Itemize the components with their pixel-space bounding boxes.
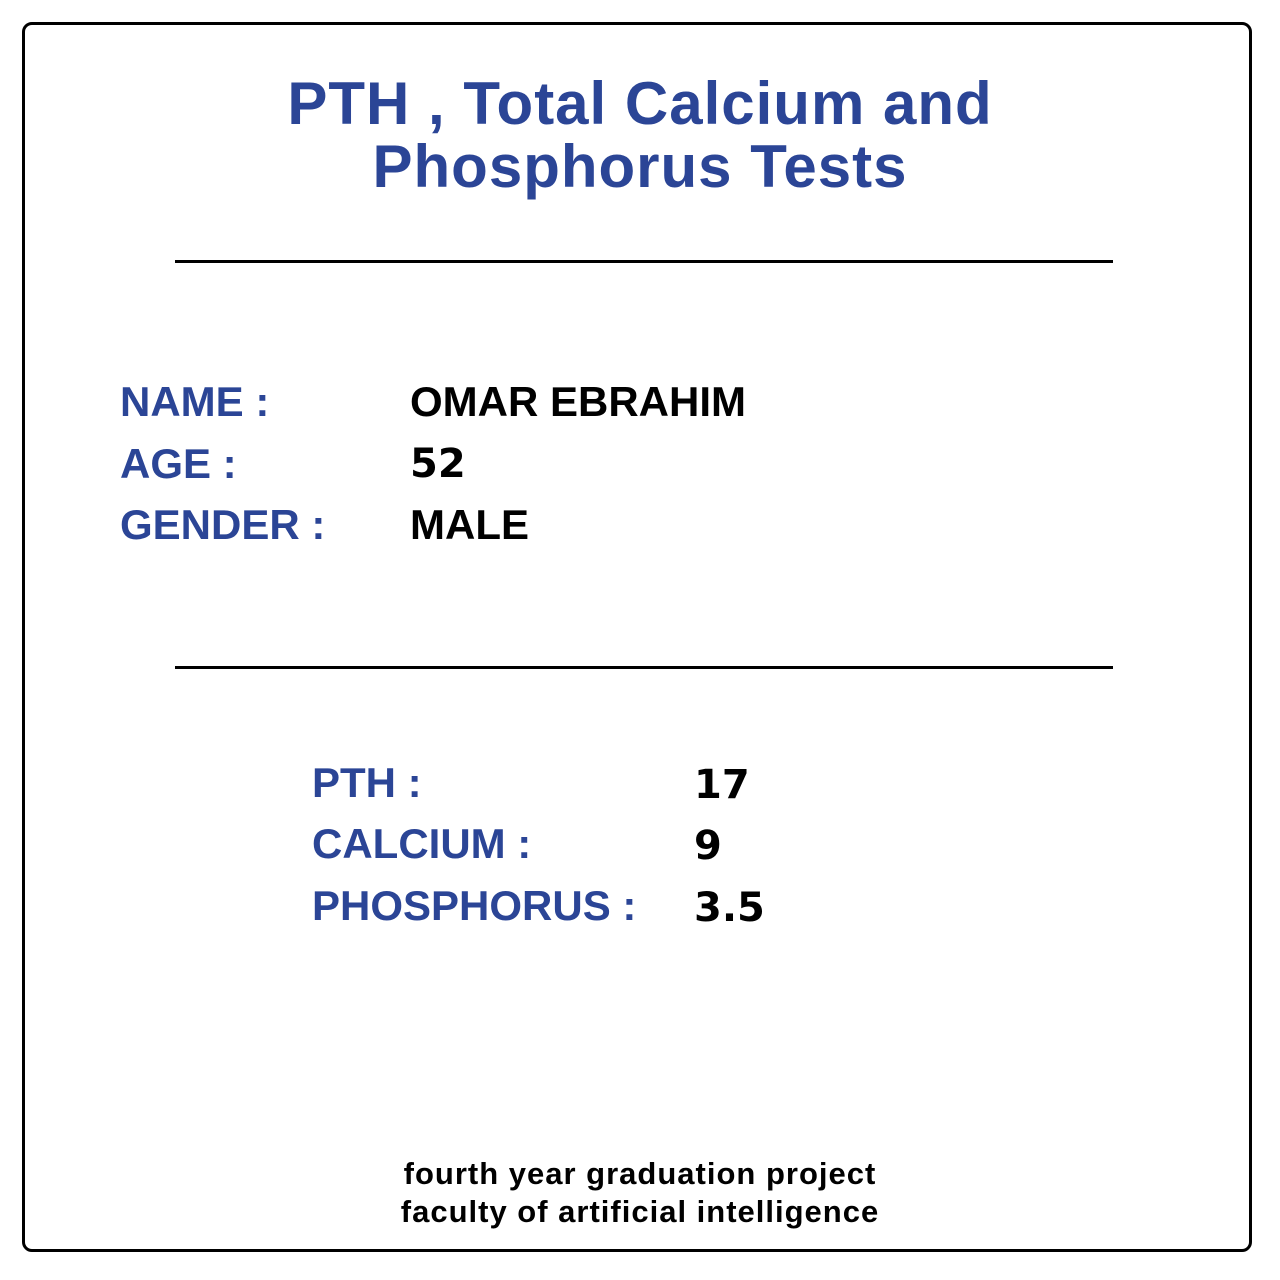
- name-value: OMAR EBRAHIM: [410, 378, 746, 425]
- calcium-label: CALCIUM :: [312, 820, 532, 867]
- title-line-1: PTH , Total Calcium and: [287, 70, 993, 137]
- calcium-value: 9: [694, 823, 722, 869]
- middle-divider: [175, 666, 1113, 669]
- age-value: 52: [410, 441, 466, 487]
- age-label: AGE :: [120, 440, 237, 487]
- page-title: PTH , Total Calcium and Phosphorus Tests: [0, 72, 1280, 198]
- footer-line-1: fourth year graduation project: [403, 1156, 877, 1191]
- name-label: NAME :: [120, 378, 270, 425]
- pth-value: 17: [694, 762, 750, 808]
- pth-label: PTH :: [312, 759, 422, 806]
- top-divider: [175, 260, 1113, 263]
- title-line-2: Phosphorus Tests: [372, 133, 908, 200]
- report-card: [22, 22, 1252, 1252]
- gender-value: MALE: [410, 501, 529, 548]
- footer: fourth year graduation project faculty o…: [0, 1155, 1280, 1231]
- gender-label: GENDER :: [120, 501, 326, 548]
- footer-line-2: faculty of artificial intelligence: [400, 1194, 880, 1229]
- phosphorus-value: 3.5: [694, 885, 765, 931]
- phosphorus-label: PHOSPHORUS :: [312, 882, 637, 929]
